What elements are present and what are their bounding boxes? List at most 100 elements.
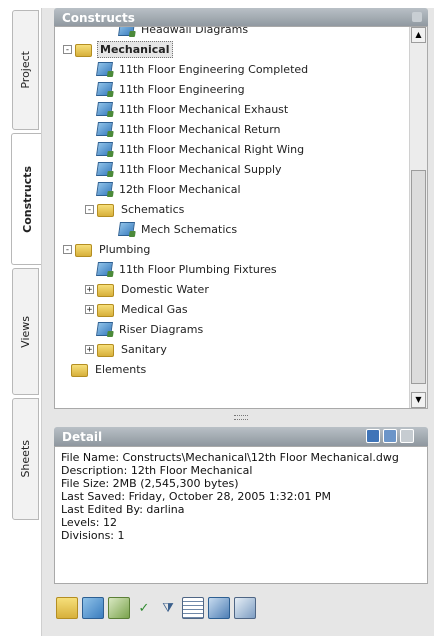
- drawing-icon: [96, 262, 113, 276]
- tree-item-label: Medical Gas: [121, 302, 188, 316]
- tab-sheets[interactable]: Sheets: [12, 398, 39, 520]
- drawing-icon: [96, 322, 113, 336]
- detail-content: File Name: Constructs\Mechanical\12th Fl…: [54, 446, 428, 584]
- tree-item-label: 11th Floor Mechanical Exhaust: [119, 102, 289, 116]
- constructs-toolbar: ✓ ⧩: [54, 592, 430, 624]
- tab-constructs[interactable]: Constructs: [11, 133, 42, 265]
- drawing-icon: [96, 122, 113, 136]
- collapse-icon[interactable]: -: [85, 204, 94, 214]
- up-arrow-icon: ▲: [415, 30, 422, 39]
- drawing-icon: [118, 27, 135, 36]
- tree-item-label: Elements: [95, 362, 147, 376]
- expand-icon[interactable]: +: [85, 344, 94, 354]
- tree-folder-item[interactable]: - Mechanical: [63, 39, 173, 59]
- drawing-icon: [96, 82, 113, 96]
- tree-item-label: Headwall Diagrams: [141, 27, 249, 36]
- preview-view-icon[interactable]: [383, 429, 397, 443]
- tree-folder-item[interactable]: - Plumbing: [63, 239, 152, 259]
- tree-item-label: 11th Floor Mechanical Right Wing: [119, 142, 305, 156]
- tree-drawing-item[interactable]: 11th Floor Engineering Completed: [85, 59, 310, 79]
- drawing-icon: [118, 222, 135, 236]
- tree-item-label: 12th Floor Mechanical: [119, 182, 241, 196]
- detail-file-size: File Size: 2MB (2,545,300 bytes): [61, 477, 239, 490]
- tree-item-label: Schematics: [121, 202, 185, 216]
- add-element-icon[interactable]: [108, 597, 130, 619]
- tree-folder-item[interactable]: + Medical Gas: [85, 299, 190, 319]
- detail-last-edited-by: Last Edited By: darlina: [61, 503, 185, 516]
- drawing-icon: [96, 102, 113, 116]
- tab-constructs-label: Constructs: [20, 165, 34, 233]
- copy-icon[interactable]: [234, 597, 256, 619]
- filter-icon[interactable]: ⧩: [158, 598, 178, 618]
- tree-item-label: Sanitary: [121, 342, 167, 356]
- add-construct-icon[interactable]: [82, 597, 104, 619]
- constructs-titlebar: Constructs: [54, 8, 428, 27]
- folder-icon: [97, 343, 114, 357]
- folder-icon: [97, 283, 114, 297]
- tree-drawing-item[interactable]: 11th Floor Mechanical Exhaust: [85, 99, 290, 119]
- detail-view-icon[interactable]: [366, 429, 380, 443]
- collapse-icon[interactable]: -: [63, 44, 72, 54]
- collapse-icon[interactable]: -: [63, 244, 72, 254]
- check-icon[interactable]: ✓: [134, 598, 154, 618]
- repath-icon[interactable]: [208, 597, 230, 619]
- tree-drawing-item[interactable]: Headwall Diagrams: [107, 27, 250, 39]
- tab-sheets-label: Sheets: [19, 440, 32, 478]
- detail-collapse-icon[interactable]: [400, 429, 414, 443]
- detail-last-saved: Last Saved: Friday, October 28, 2005 1:3…: [61, 490, 331, 503]
- expand-icon[interactable]: +: [85, 304, 94, 314]
- tab-views[interactable]: Views: [12, 268, 39, 395]
- tree-drawing-item[interactable]: Mech Schematics: [107, 219, 239, 239]
- splitter-grip-icon: [234, 415, 248, 420]
- detail-description: Description: 12th Floor Mechanical: [61, 464, 253, 477]
- detail-divisions: Divisions: 1: [61, 529, 125, 542]
- folder-icon: [75, 43, 92, 57]
- scroll-thumb[interactable]: [411, 170, 426, 384]
- down-arrow-icon: ▼: [415, 395, 422, 404]
- tree-folder-item[interactable]: + Domestic Water: [85, 279, 211, 299]
- tree-item-label: Mechanical: [97, 40, 173, 58]
- tree-item-label: 11th Floor Engineering: [119, 82, 245, 96]
- folder-icon: [97, 203, 114, 217]
- panel-menu-icon[interactable]: [412, 12, 422, 22]
- constructs-tree-container: Headwall Diagrams - Mechanical 11th Floor E…: [54, 26, 428, 409]
- tree-item-label: 11th Floor Engineering Completed: [119, 62, 309, 76]
- tree-item-label: 11th Floor Mechanical Return: [119, 122, 281, 136]
- tree-folder-item[interactable]: Elements: [59, 359, 148, 379]
- scroll-down-button[interactable]: ▼: [411, 392, 426, 408]
- tree-drawing-item[interactable]: Riser Diagrams: [85, 319, 205, 339]
- tree-item-label: Domestic Water: [121, 282, 209, 296]
- detail-file-name: File Name: Constructs\Mechanical\12th Fl…: [61, 451, 399, 464]
- tab-project[interactable]: Project: [12, 10, 39, 130]
- table-icon[interactable]: [182, 597, 204, 619]
- tree-item-label: 11th Floor Mechanical Supply: [119, 162, 282, 176]
- panel-splitter[interactable]: [54, 410, 428, 424]
- tab-project-label: Project: [19, 51, 32, 89]
- tree-item-label: 11th Floor Plumbing Fixtures: [119, 262, 277, 276]
- folder-icon: [75, 243, 92, 257]
- tree-drawing-item[interactable]: 12th Floor Mechanical: [85, 179, 243, 199]
- folder-icon: [71, 363, 88, 377]
- tree-drawing-item[interactable]: 11th Floor Mechanical Return: [85, 119, 283, 139]
- tree-drawing-item[interactable]: 11th Floor Mechanical Supply: [85, 159, 284, 179]
- detail-levels: Levels: 12: [61, 516, 117, 529]
- tree-folder-item[interactable]: - Schematics: [85, 199, 186, 219]
- tree-vertical-scrollbar[interactable]: ▲ ▼: [409, 27, 427, 408]
- tree-item-label: Mech Schematics: [141, 222, 238, 236]
- tree-drawing-item[interactable]: 11th Floor Engineering: [85, 79, 247, 99]
- tree-drawing-item[interactable]: 11th Floor Mechanical Right Wing: [85, 139, 306, 159]
- tree-item-label: Plumbing: [99, 242, 151, 256]
- tree-drawing-item[interactable]: 11th Floor Plumbing Fixtures: [85, 259, 279, 279]
- drawing-icon: [96, 142, 113, 156]
- tree-folder-item[interactable]: + Sanitary: [85, 339, 169, 359]
- drawing-icon: [96, 62, 113, 76]
- tree-item-label: Riser Diagrams: [119, 322, 204, 336]
- detail-title: Detail: [62, 429, 103, 444]
- constructs-tree[interactable]: Headwall Diagrams - Mechanical 11th Floor E…: [55, 27, 411, 408]
- scroll-up-button[interactable]: ▲: [411, 27, 426, 43]
- expand-icon[interactable]: +: [85, 284, 94, 294]
- constructs-title: Constructs: [62, 10, 135, 25]
- drawing-icon: [96, 162, 113, 176]
- palette-tab-strip: Project Constructs Views Sheets: [10, 10, 42, 520]
- add-folder-icon[interactable]: [56, 597, 78, 619]
